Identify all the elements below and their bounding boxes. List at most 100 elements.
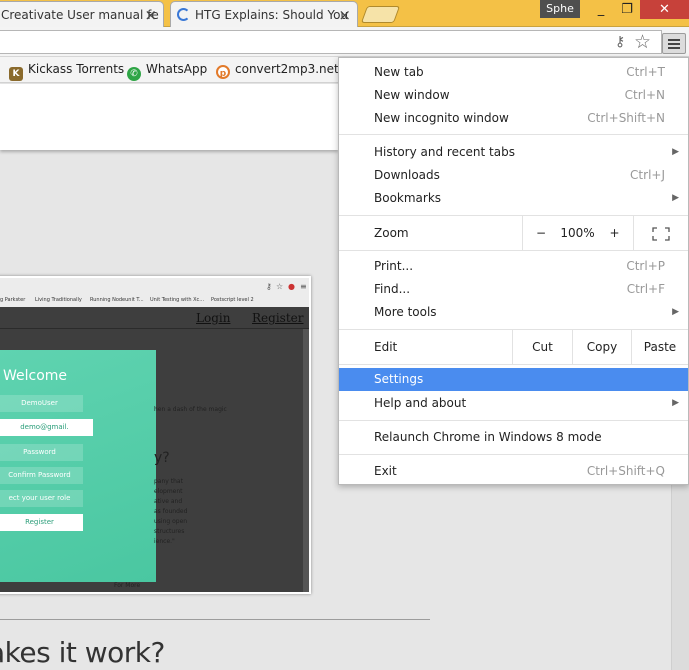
- new-tab-button[interactable]: [360, 6, 401, 23]
- menu-label: New incognito window: [374, 111, 509, 125]
- menu-item-history[interactable]: History and recent tabs ▶: [339, 141, 688, 164]
- submenu-arrow-icon: ▶: [672, 398, 679, 408]
- menu-item-find[interactable]: Find... Ctrl+F: [339, 278, 688, 301]
- embed-heading: y?: [154, 450, 170, 466]
- menu-item-more-tools[interactable]: More tools ▶: [339, 301, 688, 324]
- bookmark-label: Kickass Torrents: [28, 62, 125, 76]
- close-tab-icon[interactable]: ×: [144, 6, 157, 24]
- paste-button[interactable]: Paste: [631, 330, 688, 364]
- embed-bookmark: Postscript level 2: [211, 297, 254, 303]
- submenu-arrow-icon: ▶: [672, 193, 679, 203]
- submenu-arrow-icon: ▶: [672, 307, 679, 317]
- menu-label: Exit: [374, 464, 397, 478]
- bookmark-star-icon[interactable]: ☆: [634, 31, 651, 53]
- embed-bookmark: Unit Testing with Xc...: [150, 297, 205, 303]
- key-icon[interactable]: ⚷: [615, 34, 625, 50]
- tab-htg[interactable]: HTG Explains: Should You ×: [170, 1, 358, 27]
- menu-label: History and recent tabs: [374, 145, 515, 159]
- bookmark-whatsapp[interactable]: ✆ WhatsApp: [127, 62, 207, 81]
- embed-scrollbar: [303, 329, 309, 592]
- menu-label: More tools: [374, 305, 437, 319]
- menu-shortcut: Ctrl+F: [626, 282, 665, 296]
- menu-item-settings[interactable]: Settings: [339, 368, 688, 391]
- embed-browser-toolbar: ⚷ ☆ ● ≡ g Parkster Living Traditionally …: [0, 278, 309, 307]
- bookmark-label: WhatsApp: [146, 62, 208, 76]
- menu-separator: [339, 364, 688, 365]
- embed-bookmark: Living Traditionally: [35, 297, 82, 303]
- menu-icon: ≡: [300, 282, 307, 291]
- maximize-button[interactable]: ❐: [614, 0, 640, 19]
- zoom-level: 100%: [560, 226, 595, 240]
- fullscreen-icon: [652, 226, 670, 241]
- menu-label: Find...: [374, 282, 411, 296]
- menu-label: Settings: [374, 372, 424, 386]
- menu-item-print[interactable]: Print... Ctrl+P: [339, 255, 688, 278]
- menu-item-relaunch[interactable]: Relaunch Chrome in Windows 8 mode: [339, 426, 688, 449]
- menu-item-new-tab[interactable]: New tab Ctrl+T: [339, 61, 688, 84]
- embed-bookmark: g Parkster: [0, 297, 26, 303]
- menu-shortcut: Ctrl+T: [626, 65, 665, 79]
- menu-separator: [339, 134, 688, 135]
- embed-email-field: demo@gmail.: [0, 419, 93, 436]
- tab-strip: Creativate User manual fe × HTG Explains…: [0, 0, 689, 27]
- embed-text: ative and: [154, 498, 183, 505]
- chrome-menu-button[interactable]: [662, 33, 686, 54]
- menu-separator: [339, 250, 688, 251]
- menu-label: Relaunch Chrome in Windows 8 mode: [374, 430, 602, 444]
- minimize-button[interactable]: _: [588, 0, 614, 19]
- embed-text: pany that: [154, 478, 183, 485]
- loading-spinner-icon: [177, 8, 190, 21]
- menu-item-help[interactable]: Help and about ▶: [339, 392, 688, 415]
- embed-login-link: Login: [196, 311, 231, 325]
- embed-welcome-panel: Welcome DemoUser demo@gmail. Password Co…: [0, 350, 156, 582]
- copy-button[interactable]: Copy: [572, 330, 631, 364]
- embed-role-field: ect your user role: [0, 490, 83, 507]
- star-icon: ☆: [276, 282, 284, 291]
- menu-item-new-window[interactable]: New window Ctrl+N: [339, 84, 688, 107]
- embed-text: ience.": [154, 538, 175, 545]
- profile-button[interactable]: Sphe: [540, 0, 580, 18]
- zoom-out-button[interactable]: −: [522, 216, 559, 250]
- bookmark-convert2mp3[interactable]: p convert2mp3.net: [216, 62, 339, 79]
- convert-icon: p: [216, 65, 230, 79]
- menu-shortcut: Ctrl+J: [630, 168, 665, 182]
- embed-bookmark: Running Nodeunit T...: [90, 297, 144, 303]
- tab-creativate[interactable]: Creativate User manual fe ×: [0, 1, 164, 27]
- close-tab-icon[interactable]: ×: [338, 6, 351, 24]
- menu-item-new-incognito[interactable]: New incognito window Ctrl+Shift+N: [339, 107, 688, 130]
- menu-label: New window: [374, 88, 450, 102]
- address-bar[interactable]: [0, 30, 662, 54]
- menu-label: Help and about: [374, 396, 467, 410]
- embed-password-field: Password: [0, 444, 83, 461]
- bookmark-label: convert2mp3.net: [235, 62, 339, 76]
- article-divider: [0, 619, 430, 620]
- menu-item-downloads[interactable]: Downloads Ctrl+J: [339, 164, 688, 187]
- page-header-area: [0, 84, 338, 150]
- toolbar: [0, 27, 689, 57]
- menu-label: Downloads: [374, 168, 440, 182]
- menu-shortcut: Ctrl+P: [626, 259, 665, 273]
- tab-title: Creativate User manual fe: [1, 8, 159, 22]
- menu-item-edit: Edit Cut Copy Paste: [339, 330, 688, 364]
- fullscreen-button[interactable]: [633, 216, 688, 250]
- tab-title: HTG Explains: Should You: [195, 8, 349, 22]
- menu-label: New tab: [374, 65, 424, 79]
- menu-label: Zoom: [374, 226, 409, 240]
- bookmark-kickass[interactable]: K Kickass Torrents: [9, 62, 124, 81]
- extension-icon: ●: [288, 282, 295, 291]
- embed-text: as founded: [154, 508, 188, 515]
- menu-shortcut: Ctrl+N: [624, 88, 665, 102]
- zoom-in-button[interactable]: +: [596, 216, 633, 250]
- embed-text: hen a dash of the magic: [154, 406, 227, 413]
- embed-text: structures: [154, 528, 185, 535]
- cut-button[interactable]: Cut: [512, 330, 572, 364]
- menu-item-bookmarks[interactable]: Bookmarks ▶: [339, 187, 688, 210]
- close-window-button[interactable]: ✕: [640, 0, 689, 19]
- chrome-menu: New tab Ctrl+T New window Ctrl+N New inc…: [338, 57, 689, 485]
- embed-text: elopment: [154, 488, 183, 495]
- key-icon: ⚷: [266, 282, 272, 291]
- embed-username-field: DemoUser: [0, 395, 83, 412]
- menu-item-exit[interactable]: Exit Ctrl+Shift+Q: [339, 460, 688, 483]
- menu-shortcut: Ctrl+Shift+N: [587, 111, 665, 125]
- menu-label: Print...: [374, 259, 414, 273]
